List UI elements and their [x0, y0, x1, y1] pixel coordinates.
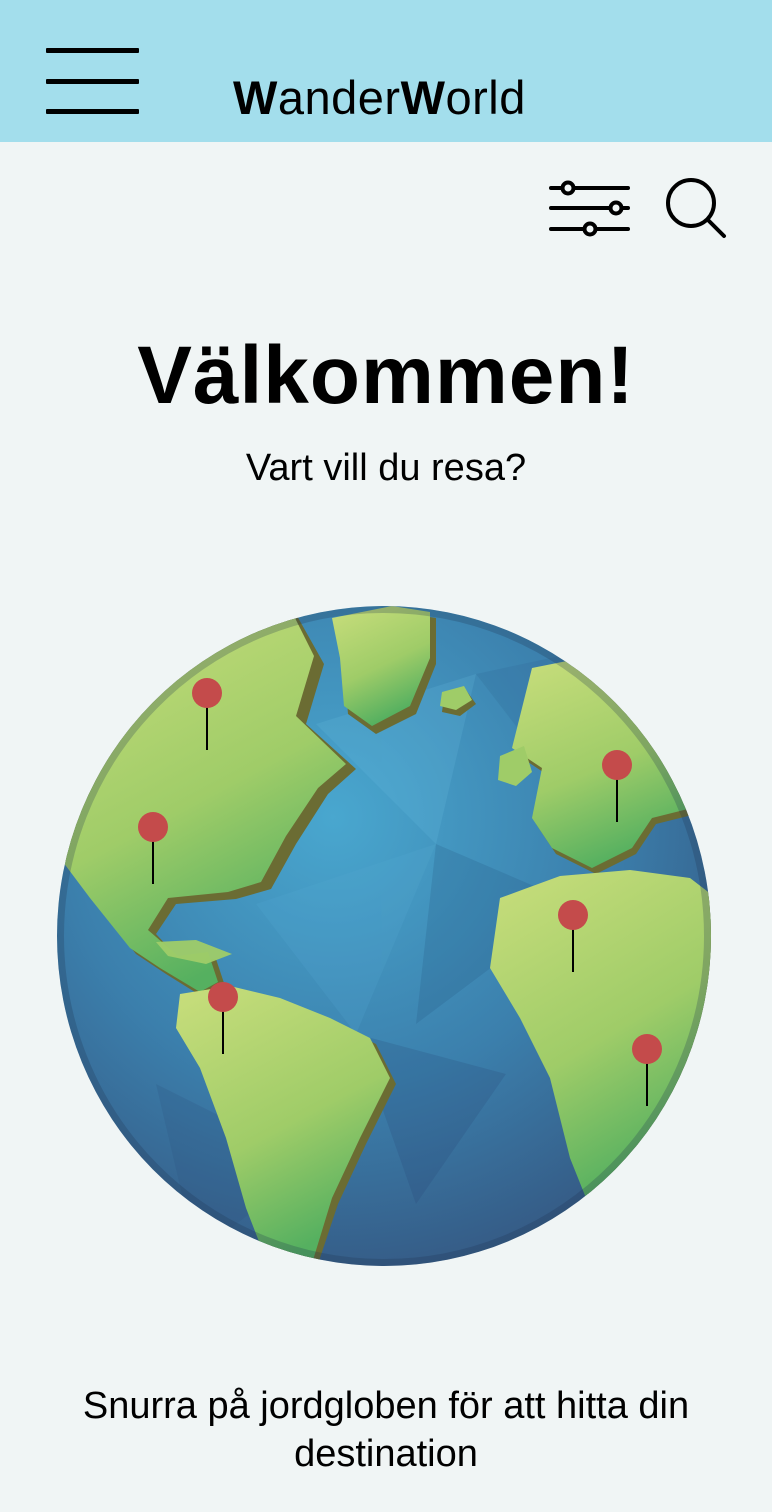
- pin-africa-west[interactable]: [556, 898, 592, 974]
- logo-letter-w1: W: [233, 71, 278, 124]
- filter-button[interactable]: [548, 178, 632, 238]
- pin-africa-east[interactable]: [630, 1032, 666, 1108]
- filter-sliders-icon: [549, 180, 630, 237]
- hamburger-icon-line: [46, 79, 139, 84]
- menu-button[interactable]: [44, 48, 140, 116]
- globe-illustration: [57, 606, 711, 1266]
- pin-south-america[interactable]: [206, 980, 242, 1056]
- hamburger-icon-line: [46, 48, 139, 53]
- search-icon: [666, 178, 726, 238]
- logo-letter-w2: W: [400, 71, 446, 124]
- app-logo[interactable]: WanderWorld: [233, 70, 526, 126]
- logo-text-orld: orld: [445, 71, 526, 124]
- logo-text-ander: ander: [277, 71, 401, 124]
- spin-globe-hint: Snurra på jordgloben för att hitta din d…: [82, 1385, 690, 1475]
- welcome-title: Välkommen!: [137, 330, 635, 421]
- globe[interactable]: [56, 604, 716, 1270]
- pin-europe[interactable]: [600, 748, 636, 824]
- pin-north-america-south[interactable]: [136, 810, 172, 886]
- app-header: WanderWorld: [0, 0, 772, 142]
- pin-north-america-north[interactable]: [190, 676, 226, 752]
- search-button[interactable]: [664, 176, 728, 240]
- welcome-subtitle: Vart vill du resa?: [245, 447, 527, 489]
- hamburger-icon-line: [46, 109, 139, 114]
